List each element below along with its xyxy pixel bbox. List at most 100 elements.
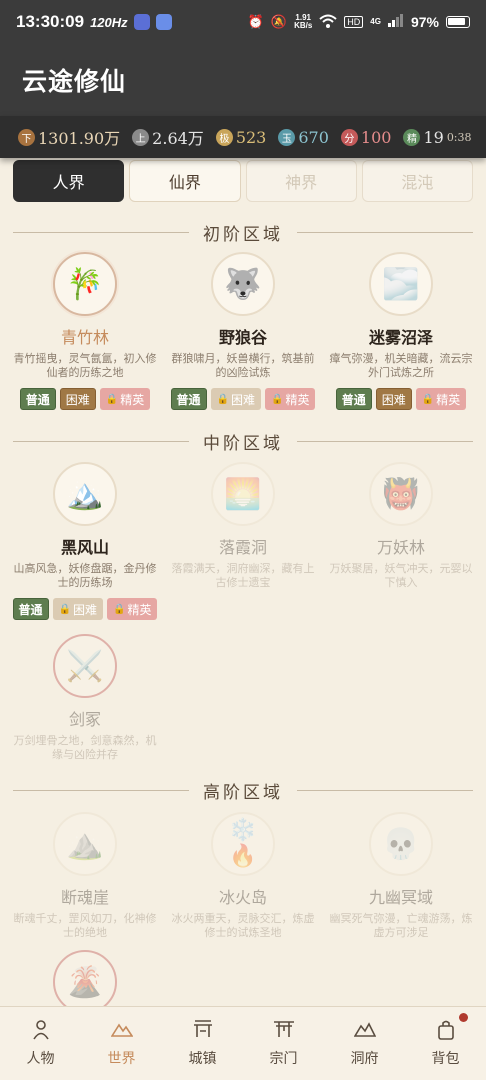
location-name: 黑风山 (60, 538, 109, 557)
divider (13, 232, 189, 233)
difficulty-hard-button[interactable]: 🔒 困难 (52, 598, 103, 620)
location-name: 野狼谷 (218, 328, 267, 347)
app-title: 云途修仙 (22, 67, 127, 96)
location-name: 剑冢 (68, 710, 101, 729)
location-jiuyoumingyu[interactable]: 💀 九幽冥域 幽冥死气弥漫，亡魂游荡，炼虚方可涉足 (325, 812, 477, 940)
difficulty-hard-button[interactable]: 🔒 困难 (210, 388, 261, 410)
divider (297, 441, 473, 442)
difficulty-elite-button[interactable]: 🔒 精英 (415, 388, 467, 410)
difficulty-hard-button[interactable]: 困难 (375, 388, 412, 410)
location-name: 九幽冥域 (368, 888, 433, 907)
nav-bag[interactable]: 背包 (405, 1007, 486, 1080)
difficulty-elite-button[interactable]: 🔒 精英 (107, 598, 158, 620)
difficulty-normal-button[interactable]: 普通 (335, 388, 372, 410)
difficulty-normal-button[interactable]: 普通 (170, 388, 207, 410)
difficulty-elite-button[interactable]: 🔒 精英 (265, 388, 316, 410)
location-name: 青竹林 (60, 328, 109, 347)
signal-icon (387, 14, 404, 30)
location-yelanggu[interactable]: 🐺 野狼谷 群狼啸月，妖兽横行，筑基前的凶险试炼 普通 🔒 困难 🔒 精英 (167, 252, 319, 410)
essence-icon: 精 (403, 128, 421, 146)
nav-cave[interactable]: 洞府 (324, 1007, 405, 1080)
location-wanyaolin[interactable]: 👹 万妖林 万妖聚居，妖气冲天，元婴以下慎入 (325, 462, 477, 590)
divider (297, 232, 473, 233)
mute-icon: 🔕 (270, 14, 288, 29)
nav-sect[interactable]: 宗门 (243, 1007, 324, 1080)
high-stone-icon: 上 (132, 128, 150, 146)
location-desc: 瘴气弥漫，机关暗藏，流云宗外门试炼之所 (329, 352, 473, 379)
location-binghuodao[interactable]: ❄️ 🔥 冰火岛 冰火两重天，灵脉交汇，炼虚修士的试炼圣地 (167, 812, 319, 940)
location-desc: 冰火两重天，灵脉交汇，炼虚修士的试炼圣地 (171, 912, 315, 939)
app-notification-icon (133, 14, 150, 30)
difficulty-normal-button[interactable]: 普通 (19, 388, 56, 410)
location-luoxiadong[interactable]: 🌅 落霞洞 落霞满天，洞府幽深，藏有上古修士遗宝 (167, 462, 319, 590)
low-stone-icon: 下 (18, 128, 35, 146)
lock-icon: 🔒 (271, 393, 284, 405)
location-desc: 万妖聚居，妖气冲天，元婴以下慎入 (329, 562, 473, 589)
location-qingzhulin[interactable]: 🎋 青竹林 青竹摇曳，灵气氤氲，初入修仙者的历练之地 普通 困难 🔒 精英 (9, 252, 161, 410)
wolf-icon: 🐺 (211, 252, 275, 316)
ice-fire-icon: ❄️ 🔥 (211, 812, 275, 876)
fog-icon: 🌫️ (369, 252, 433, 316)
tab-god-realm[interactable]: 神界 (245, 160, 357, 202)
essence-timer: 0:38 (446, 130, 472, 144)
jade-icon: 玉 (278, 128, 296, 146)
mountain-icon: 🏔️ (53, 462, 117, 526)
wifi-icon (319, 14, 337, 31)
cave-icon (353, 1020, 376, 1044)
divider (13, 790, 189, 791)
lock-icon: 🔒 (113, 603, 126, 615)
resource-bar: 下 1301.90万 上 2.64万 极 523 玉 670 分 100 精 1… (0, 116, 486, 158)
section-title: 高阶区域 (203, 783, 283, 803)
refresh-rate: 120Hz (90, 14, 128, 30)
location-volcano[interactable]: 🌋 (9, 950, 161, 1014)
location-desc: 断魂千丈，罡风如刀，化神修士的绝地 (13, 912, 157, 939)
section-title: 初阶区域 (203, 225, 283, 245)
bag-icon (437, 1020, 454, 1044)
points-icon: 分 (340, 128, 358, 146)
lock-icon: 🔒 (105, 393, 119, 405)
difficulty-normal-button[interactable]: 普通 (12, 598, 49, 620)
nav-character[interactable]: 人物 (0, 1007, 81, 1080)
location-desc: 幽冥死气弥漫，亡魂游荡，炼虚方可涉足 (329, 912, 473, 939)
town-icon (192, 1019, 214, 1044)
mountains-icon (110, 1020, 133, 1044)
notification-dot (459, 1013, 468, 1022)
nav-world[interactable]: 世界 (81, 1007, 162, 1080)
tab-chaos-realm[interactable]: 混沌 (361, 160, 473, 202)
location-name: 落霞洞 (218, 538, 267, 557)
location-jianzhong[interactable]: ⚔️ 剑冢 万剑埋骨之地，剑意森然，机缘与凶险并存 (9, 634, 161, 762)
skull-icon: 💀 (369, 812, 433, 876)
realm-tabs: 人界 仙界 神界 混沌 (13, 160, 473, 202)
location-desc: 万剑埋骨之地，剑意森然，机缘与凶险并存 (13, 734, 157, 761)
section-intermediate: 中阶区域 (13, 429, 473, 454)
nav-town[interactable]: 城镇 (162, 1007, 243, 1080)
status-bar: 13:30:09 120Hz ⏰ 🔕 1.91 KB/s HD 4G 97% (0, 0, 486, 44)
location-miwuzhaoze[interactable]: 🌫️ 迷雾沼泽 瘴气弥漫，机关暗藏，流云宗外门试炼之所 普通 困难 🔒 精英 (325, 252, 477, 410)
supreme-stone-icon: 极 (215, 128, 233, 146)
location-duanhunya[interactable]: ⛰️ 断魂崖 断魂千丈，罡风如刀，化神修士的绝地 (9, 812, 161, 940)
volcano-icon: 🌋 (53, 950, 117, 1014)
battery-icon (446, 16, 470, 28)
alarm-icon: ⏰ (247, 14, 264, 29)
lock-icon: 🔒 (58, 603, 71, 615)
resource-points: 分 100 (340, 128, 391, 147)
difficulty-elite-button[interactable]: 🔒 精英 (99, 388, 151, 410)
lock-icon: 🔒 (216, 393, 229, 405)
difficulty-hard-button[interactable]: 困难 (59, 388, 96, 410)
tab-immortal-realm[interactable]: 仙界 (129, 160, 241, 202)
section-beginner: 初阶区域 (13, 220, 473, 245)
lock-icon: 🔒 (421, 393, 435, 405)
location-desc: 落霞满天，洞府幽深，藏有上古修士遗宝 (171, 562, 315, 589)
net-speed: 1.91 KB/s (294, 13, 313, 30)
location-name: 迷雾沼泽 (368, 328, 433, 347)
location-heifengshan[interactable]: 🏔️ 黑风山 山高风急，妖修盘踞，金丹修士的历练场 普通 🔒 困难 🔒 精英 (9, 462, 161, 620)
demon-mask-icon: 👹 (369, 462, 433, 526)
divider (297, 790, 473, 791)
resource-essence: 精 19 0:38 (403, 128, 472, 147)
clock: 13:30:09 (16, 12, 85, 31)
network-type: 4G (370, 17, 381, 26)
resource-jade: 玉 670 (278, 128, 329, 147)
location-desc: 山高风急，妖修盘踞，金丹修士的历练场 (13, 562, 157, 589)
tab-human-realm[interactable]: 人界 (13, 160, 125, 202)
resource-supreme-stone: 极 523 (215, 128, 266, 147)
